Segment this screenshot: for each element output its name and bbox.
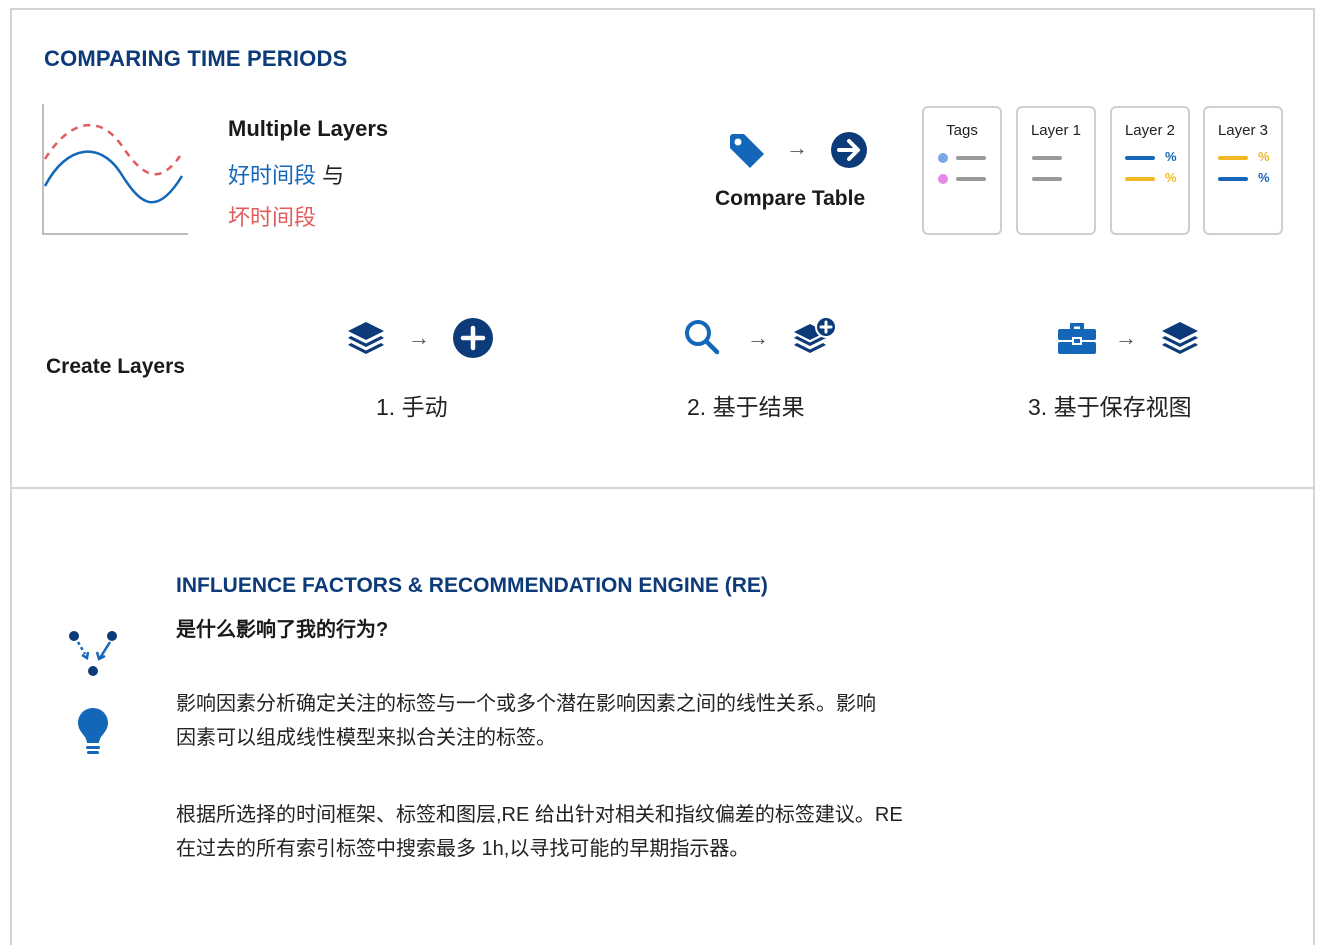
layer2-card: Layer 2 % %: [1110, 106, 1190, 235]
tag-icon: [730, 134, 764, 168]
paragraph-line: 影响因素分析确定关注的标签与一个或多个潜在影响因素之间的线性关系。影响: [176, 693, 876, 715]
card-row: [1018, 173, 1094, 185]
step-arrow: →: [747, 325, 769, 350]
step-arrow: →: [1115, 325, 1137, 350]
value-bar: [1218, 177, 1248, 181]
card-row: %: [1205, 149, 1281, 164]
step-by-saved-view: 3. 基于保存视图: [1028, 394, 1192, 420]
influence-subtitle: 是什么影响了我的行为?: [176, 619, 389, 641]
layers-plus-icon: [794, 316, 837, 353]
percent-label: %: [1165, 170, 1177, 185]
value-bar: [1125, 156, 1155, 160]
layer3-card: Layer 3 % %: [1203, 106, 1283, 235]
bad-period-label: 坏时间段: [228, 205, 317, 230]
paragraph-line: 因素可以组成线性模型来拟合关注的标签。: [176, 727, 556, 749]
value-bar: [1125, 177, 1155, 181]
layer1-card: Layer 1: [1016, 106, 1096, 235]
card-header: Layer 2: [1124, 122, 1176, 139]
re-paragraph: 根据所选择的时间框架、标签和图层,RE 给出针对相关和指纹偏差的标签建议。RE …: [176, 798, 1156, 866]
value-bar: [1218, 156, 1248, 160]
layers-icon: [348, 322, 384, 354]
time-period-chart-icon: [42, 104, 188, 235]
card-row: %: [1112, 170, 1188, 185]
value-bar: [1032, 156, 1062, 160]
influence-paragraph: 影响因素分析确定关注的标签与一个或多个潜在影响因素之间的线性关系。影响 因素可以…: [176, 687, 1156, 755]
step-by-result: 2. 基于结果: [687, 394, 805, 420]
lightbulb-icon: [78, 708, 108, 754]
value-bar: [956, 156, 986, 160]
card-header: Layer 1: [1030, 122, 1082, 139]
arrow-circle-right-icon: [831, 132, 867, 168]
tag-dot: [938, 174, 948, 184]
create-layers-label: Create Layers: [46, 355, 185, 378]
section-divider: [10, 487, 1315, 489]
paragraph-line: 根据所选择的时间框架、标签和图层,RE 给出针对相关和指纹偏差的标签建议。RE: [176, 804, 903, 826]
good-period-line: 好时间段 与: [228, 158, 344, 190]
paragraph-line: 在过去的所有索引标签中搜索最多 1h,以寻找可能的早期指示器。: [176, 838, 750, 860]
card-header: Tags: [946, 122, 978, 139]
percent-label: %: [1165, 149, 1177, 164]
with-label: 与: [322, 163, 345, 188]
card-row: [924, 173, 1000, 185]
value-bar: [1032, 177, 1062, 181]
good-period-label: 好时间段: [228, 163, 317, 188]
tags-card: Tags: [922, 106, 1002, 235]
plus-circle-icon: [453, 318, 493, 358]
tag-dot: [938, 153, 948, 163]
card-row: [924, 152, 1000, 164]
card-header: Layer 3: [1217, 122, 1269, 139]
compare-table-label: Compare Table: [715, 187, 866, 210]
layers-icon: [1162, 322, 1198, 354]
search-icon: [685, 320, 720, 355]
section-title-comparing: COMPARING TIME PERIODS: [44, 46, 348, 71]
influence-graph-icon: [69, 631, 117, 676]
card-row: %: [1112, 149, 1188, 164]
card-row: [1018, 152, 1094, 164]
percent-label: %: [1258, 149, 1270, 164]
compare-arrow: →: [786, 135, 808, 160]
influence-section-title: INFLUENCE FACTORS & RECOMMENDATION ENGIN…: [176, 574, 768, 597]
card-row: %: [1205, 170, 1281, 185]
multiple-layers-title: Multiple Layers: [228, 116, 389, 141]
step-arrow: →: [408, 325, 430, 350]
percent-label: %: [1258, 170, 1270, 185]
toolbox-icon: [1058, 323, 1096, 354]
value-bar: [956, 177, 986, 181]
step-manual: 1. 手动: [376, 394, 448, 420]
